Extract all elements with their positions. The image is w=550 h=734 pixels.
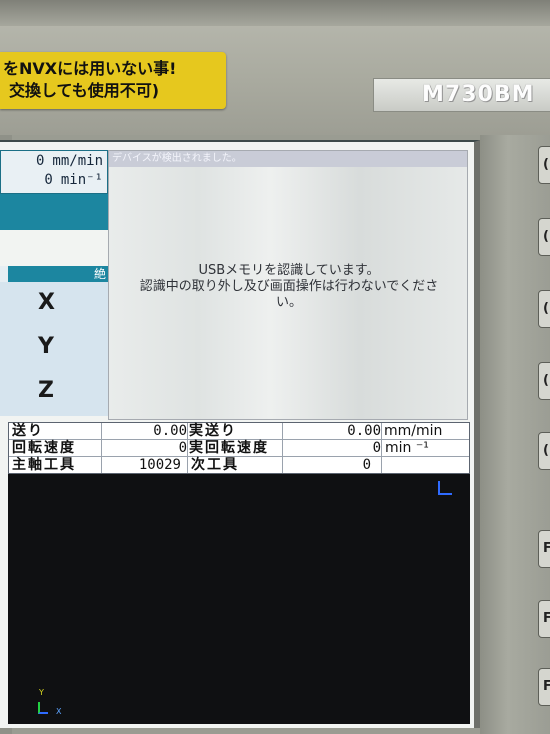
dialog-message-line1: USBメモリを認識しています。	[198, 263, 380, 278]
spindle-speed-value: 0	[178, 440, 187, 456]
spindle-readout-value: 0	[44, 172, 53, 188]
actual-feed-label: 実送り	[189, 423, 237, 439]
axis-x-label: X	[38, 290, 55, 315]
side-key-8[interactable]: F	[538, 668, 550, 706]
actual-feed-unit: mm/min	[384, 423, 443, 439]
dialog-message-line2: 認識中の取り外し及び画面操作は行わないでくださ	[139, 279, 439, 294]
warning-line1: をNVXには用いない事!	[3, 59, 177, 78]
spindle-readout-unit: min⁻¹	[60, 172, 103, 188]
next-tool-value: 0	[362, 457, 371, 473]
side-key-2[interactable]: (	[538, 218, 550, 256]
graphics-view: Y X	[8, 474, 470, 724]
dialog-message-line3: い。	[275, 295, 302, 310]
machine-status-table: 送り 0.00 実送り 0.00 mm/min 回転速度 0 実回転速度 0 m…	[8, 422, 470, 474]
main-tool-label: 主軸工具	[12, 457, 76, 473]
side-key-6[interactable]: F	[538, 530, 550, 568]
feed-readout: 0 mm/min	[36, 153, 103, 169]
side-key-7[interactable]: F	[538, 600, 550, 638]
coordinate-axes-icon	[38, 702, 48, 714]
spindle-readout: 0 min⁻¹	[44, 172, 103, 188]
side-key-5[interactable]: (	[538, 432, 550, 470]
side-key-4[interactable]: (	[538, 362, 550, 400]
cnc-screen: 0 mm/min 0 min⁻¹ 絶 X Y Z デバイスが検出されました。 USB…	[0, 140, 480, 728]
graphics-axis-x-label: X	[56, 707, 62, 716]
dialog-message: USBメモリを認識しています。 認識中の取り外し及び画面操作は行わないでくださ …	[119, 263, 459, 311]
spindle-speed-label: 回転速度	[12, 440, 76, 456]
coordinate-header-label: 絶	[93, 267, 106, 281]
coordinate-header-gap	[0, 266, 8, 282]
feed-value: 0.00	[153, 423, 187, 439]
coordinate-panel	[0, 266, 110, 416]
feed-readout-value: 0	[35, 153, 45, 169]
actual-spindle-value: 0	[372, 440, 381, 456]
table-divider	[187, 423, 188, 473]
side-key-3[interactable]: (	[538, 290, 550, 328]
warning-label: をNVXには用いない事! 交換しても使用不可)	[0, 52, 226, 109]
next-tool-label: 次工具	[191, 457, 239, 473]
warning-line2: 交換しても使用不可)	[9, 81, 160, 100]
axis-z-label: Z	[38, 378, 54, 403]
feed-readout-unit: mm/min	[52, 153, 103, 169]
dialog-title: デバイスが検出されました。	[109, 151, 467, 167]
status-bar	[0, 194, 108, 230]
table-divider	[9, 456, 469, 457]
graphics-axis-y-label: Y	[39, 688, 44, 697]
feed-readout-box: 0 mm/min 0 min⁻¹	[0, 150, 108, 194]
side-key-1[interactable]: (	[538, 146, 550, 184]
actual-spindle-unit: min ⁻¹	[385, 440, 429, 456]
table-divider	[282, 423, 283, 473]
feed-label: 送り	[12, 423, 44, 439]
actual-feed-value: 0.00	[347, 423, 381, 439]
axis-indicator-icon	[438, 481, 452, 495]
main-tool-value: 10029	[138, 457, 181, 473]
usb-detected-dialog: デバイスが検出されました。 USBメモリを認識しています。 認識中の取り外し及び…	[108, 150, 468, 420]
coordinate-header: 絶	[0, 266, 110, 282]
axis-y-label: Y	[38, 334, 54, 359]
table-divider	[381, 423, 382, 473]
model-plate: M730BM	[373, 78, 550, 112]
bezel-strip	[0, 0, 550, 26]
actual-spindle-label: 実回転速度	[189, 440, 269, 456]
